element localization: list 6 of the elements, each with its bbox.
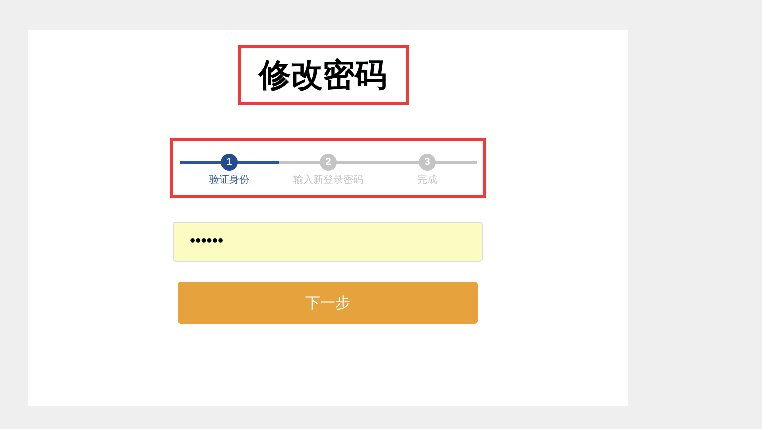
step-number: 3 — [419, 154, 436, 171]
step-label: 验证身份 — [210, 175, 250, 188]
page-title: 修改密码 — [259, 55, 387, 96]
password-field[interactable]: •••••• — [173, 222, 483, 262]
step-number: 1 — [221, 154, 238, 171]
step-number: 2 — [320, 154, 337, 171]
